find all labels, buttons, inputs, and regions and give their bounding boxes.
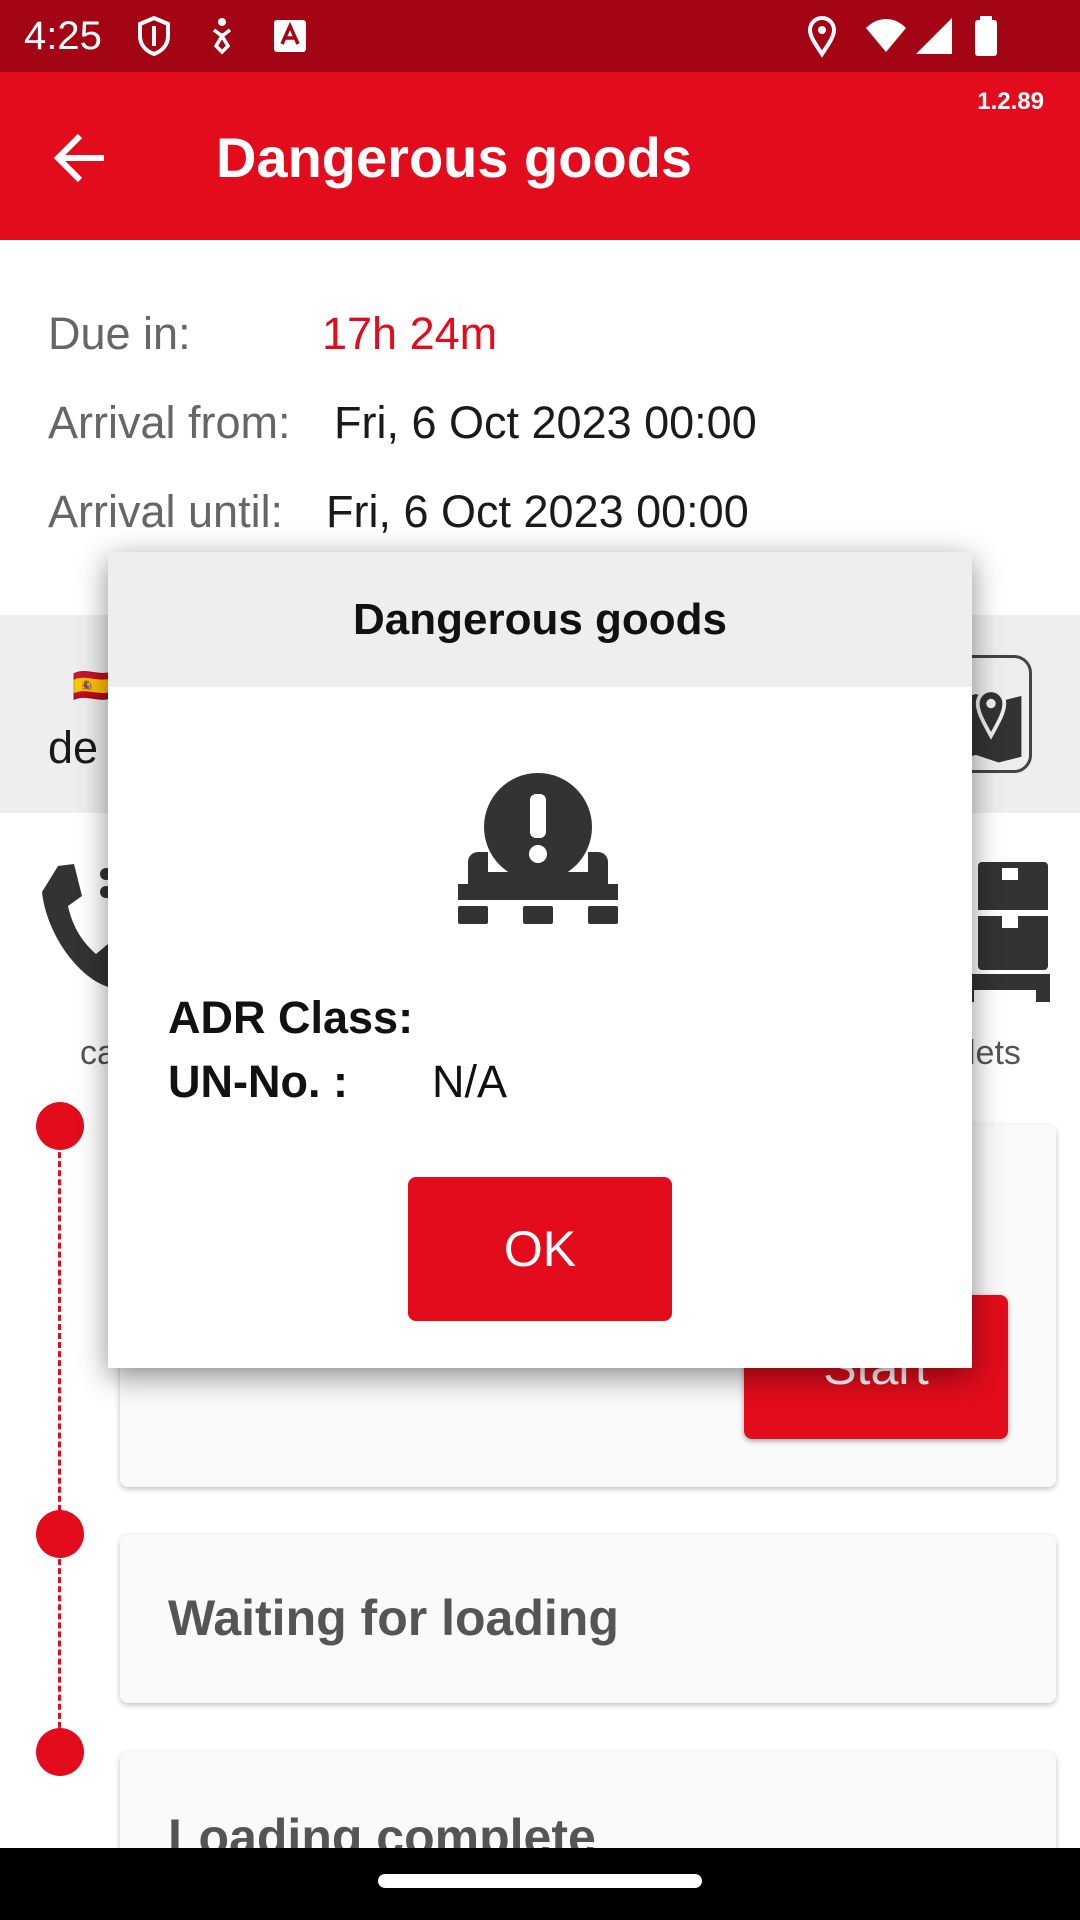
ok-button[interactable]: OK bbox=[408, 1177, 672, 1321]
un-no-value: N/A bbox=[432, 1056, 508, 1107]
dangerous-goods-dialog: Dangerous goods ADR Class: UN-No. : N/A … bbox=[108, 552, 972, 1368]
dialog-title: Dangerous goods bbox=[352, 594, 728, 644]
un-no-label: UN-No. : bbox=[168, 1056, 348, 1107]
dialog-header: Dangerous goods bbox=[108, 552, 972, 687]
screen: 4:25 Dangerous goods 1.2.89 Due in: 17h … bbox=[0, 0, 1080, 1920]
adr-class-label: ADR Class: bbox=[168, 992, 414, 1043]
dangerous-goods-pallet-icon bbox=[458, 773, 618, 924]
home-handle[interactable] bbox=[378, 1874, 702, 1888]
navigation-bar bbox=[0, 1848, 1080, 1920]
